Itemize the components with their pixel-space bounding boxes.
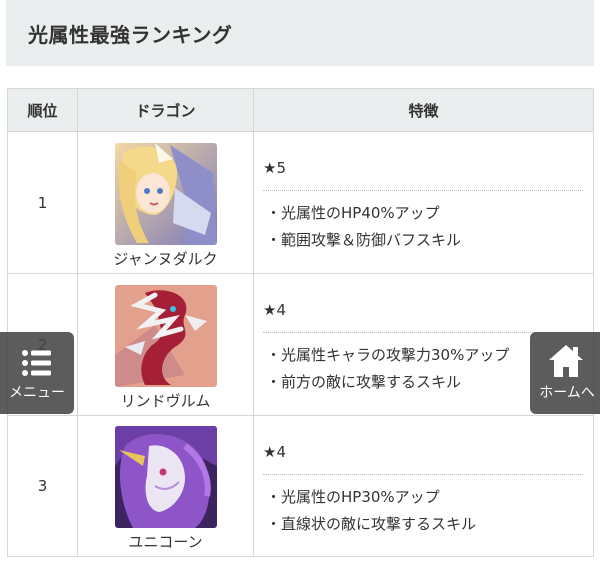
home-button[interactable]: ホームへ	[530, 332, 600, 414]
ranking-table: 順位 ドラゴン 特徴 1 ジャンヌダルク ★5 ・光属性のHP40%アップ ・範…	[7, 88, 594, 557]
feature-item: ・光属性のHP30%アップ	[266, 487, 440, 506]
page-title-bar: 光属性最強ランキング	[6, 0, 594, 66]
feature-cell: ★4 ・光属性のHP30%アップ ・直線状の敵に攻撃するスキル	[253, 415, 594, 557]
divider	[263, 473, 583, 475]
table-header-row: 順位 ドラゴン 特徴	[7, 88, 594, 132]
header-dragon: ドラゴン	[77, 88, 254, 132]
home-label: ホームへ	[539, 385, 595, 401]
feature-item: ・範囲攻撃＆防御バフスキル	[266, 231, 462, 249]
feature-item: ・光属性のHP40%アップ	[266, 204, 440, 222]
star-rating: ★4	[263, 301, 286, 319]
star-rating: ★4	[263, 442, 286, 461]
dragon-cell: リンドヴルム	[77, 273, 254, 416]
list-icon	[22, 350, 51, 376]
page-title: 光属性最強ランキング	[28, 22, 233, 47]
unicorn-image[interactable]	[114, 426, 217, 528]
menu-button[interactable]: メニュー	[0, 332, 74, 414]
header-rank: 順位	[7, 88, 78, 132]
header-feature: 特徴	[253, 88, 594, 132]
table-row: 3 ユニコーン ★4 ・光属性のHP30%アップ ・直線状の敵に攻撃するスキル	[7, 415, 594, 557]
lindwurm-image[interactable]	[114, 284, 217, 387]
feature-item: ・直線状の敵に攻撃するスキル	[266, 514, 477, 533]
star-rating: ★5	[263, 159, 286, 177]
dragon-name[interactable]: ジャンヌダルク	[78, 248, 253, 269]
dragon-cell: ジャンヌダルク	[77, 131, 254, 274]
divider	[263, 190, 583, 191]
dragon-cell: ユニコーン	[77, 415, 254, 557]
dragon-name[interactable]: ユニコーン	[78, 531, 253, 552]
home-icon	[549, 345, 583, 377]
menu-label: メニュー	[9, 385, 65, 401]
table-row: 1 ジャンヌダルク ★5 ・光属性のHP40%アップ ・範囲攻撃＆防御バフスキル	[7, 131, 594, 274]
feature-cell: ★5 ・光属性のHP40%アップ ・範囲攻撃＆防御バフスキル	[253, 131, 594, 274]
table-row: 2 リンドヴルム ★4 ・光属性キャラの攻撃力30%アップ ・前方の敵に攻撃する…	[7, 273, 594, 416]
rank-cell: 1	[7, 131, 78, 274]
dragon-name[interactable]: リンドヴルム	[78, 390, 253, 411]
jeanne-darc-image[interactable]	[114, 142, 217, 245]
rank-cell: 3	[7, 415, 78, 557]
